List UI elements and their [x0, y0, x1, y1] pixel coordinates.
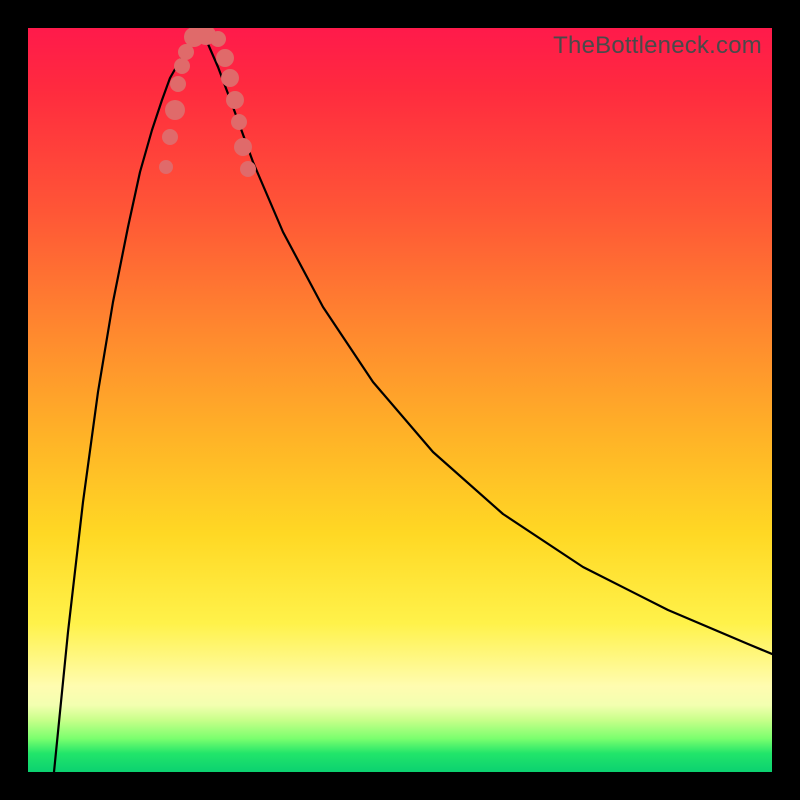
curve-left-branch: [54, 32, 200, 772]
data-point-marker: [174, 58, 190, 74]
data-point-marker: [221, 69, 239, 87]
data-point-marker: [240, 161, 256, 177]
data-point-marker: [170, 76, 186, 92]
curve-right-branch: [200, 32, 772, 654]
data-point-marker: [234, 138, 252, 156]
data-point-marker: [210, 31, 226, 47]
chart-svg: [28, 28, 772, 772]
plot-area: TheBottleneck.com: [28, 28, 772, 772]
curve-group: [54, 32, 772, 772]
data-point-marker: [165, 100, 185, 120]
data-point-marker: [159, 160, 173, 174]
chart-frame: TheBottleneck.com: [0, 0, 800, 800]
marker-group: [159, 28, 256, 177]
data-point-marker: [216, 49, 234, 67]
data-point-marker: [231, 114, 247, 130]
data-point-marker: [226, 91, 244, 109]
data-point-marker: [162, 129, 178, 145]
